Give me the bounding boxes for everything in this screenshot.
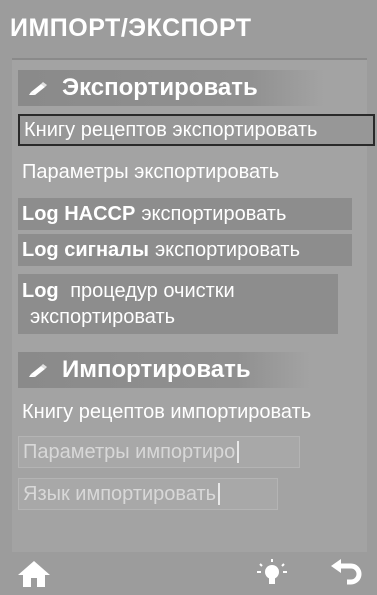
import-export-panel: Экспортировать Книгу рецептов экспортиро… [12,58,375,552]
import-recipe-book-item[interactable]: Книгу рецептов импортировать [18,396,368,428]
import-section-header: Импортировать [18,352,310,388]
export-cleaning-log-label-line2: экспортировать [30,306,176,328]
text-caret [237,441,240,463]
export-section-title: Экспортировать [62,74,258,101]
export-cleaning-log-item[interactable]: Log процедур очистки экспортировать [18,274,338,334]
import-language-label: Язык импортировать [23,482,217,505]
bottom-toolbar [0,552,377,595]
import-recipe-book-label: Книгу рецептов импортировать [22,400,312,423]
export-alarms-log-bold: Log сигналы [22,238,149,261]
export-haccp-log-label: экспортировать [141,202,287,225]
export-recipe-book-label: Книгу рецептов экспортировать [24,118,318,141]
home-icon[interactable] [14,558,54,590]
export-recipe-book-item[interactable]: Книгу рецептов экспортировать [18,114,375,146]
export-haccp-log-bold: Log HACCP [22,202,136,225]
export-parameters-label: Параметры экспортировать [22,160,280,183]
export-haccp-log-item[interactable]: Log HACCP экспортировать [18,198,352,230]
export-section-header: Экспортировать [18,70,324,106]
import-language-item[interactable]: Язык импортировать [18,478,278,510]
pencil-icon [26,360,52,380]
back-arrow-icon[interactable] [326,558,366,590]
import-section-title: Импортировать [62,356,251,383]
import-parameters-item[interactable]: Параметры импортиро [18,436,300,468]
export-cleaning-log-label: процедур очистки [70,280,235,302]
text-caret [218,483,221,505]
export-alarms-log-item[interactable]: Log сигналы экспортировать [18,234,352,266]
pencil-icon [26,78,52,98]
lightbulb-icon[interactable] [252,558,292,590]
import-parameters-label: Параметры импортиро [23,440,236,463]
screen: ИМПОРТ/ЭКСПОРТ Экспортировать Книгу реце… [0,0,377,595]
export-cleaning-log-bold: Log [22,280,59,302]
page-title: ИМПОРТ/ЭКСПОРТ [10,14,252,42]
export-alarms-log-label: экспортировать [154,238,301,261]
export-parameters-item[interactable]: Параметры экспортировать [18,156,367,188]
